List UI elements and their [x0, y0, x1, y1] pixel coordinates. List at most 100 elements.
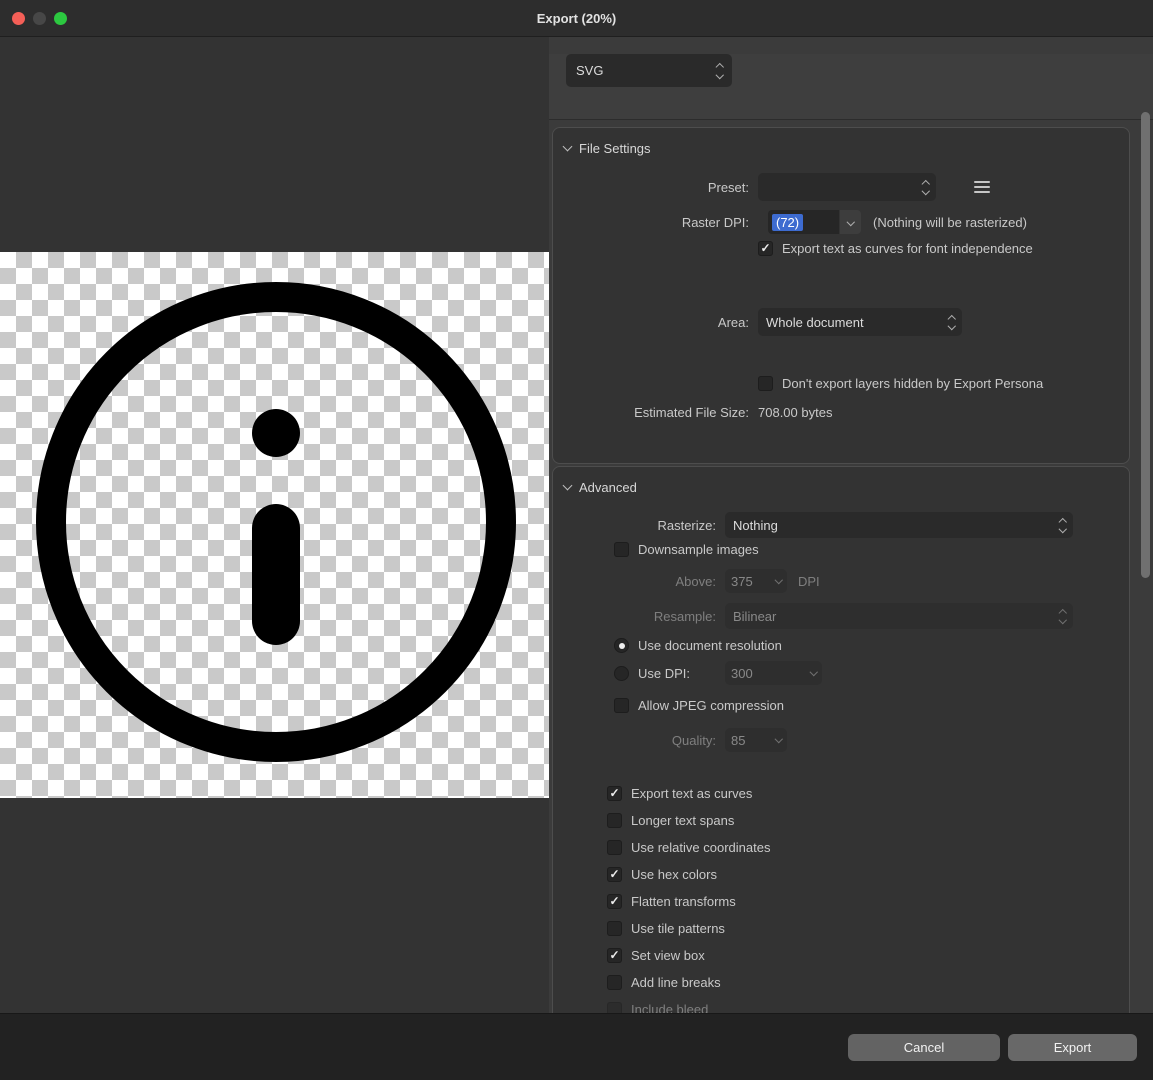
option-checkbox[interactable]: ✓	[607, 786, 622, 801]
window-title: Export (20%)	[537, 11, 616, 26]
above-row: Above: 375 DPI	[553, 569, 1129, 593]
jpeg-compression-label: Allow JPEG compression	[638, 698, 784, 713]
jpeg-compression-checkbox[interactable]: ✓	[614, 698, 629, 713]
traffic-lights	[12, 0, 67, 36]
cancel-button[interactable]: Cancel	[848, 1034, 1000, 1061]
dialog-footer: Cancel Export	[0, 1013, 1153, 1080]
use-dpi-radio[interactable]	[614, 666, 629, 681]
rasterize-value: Nothing	[733, 518, 778, 533]
dont-export-hidden-checkbox[interactable]: ✓	[758, 376, 773, 391]
use-dpi-select: 300	[725, 661, 822, 685]
option-checkbox[interactable]: ✓	[607, 813, 622, 828]
export-text-curves-checkbox[interactable]: ✓	[758, 241, 773, 256]
quality-value: 85	[731, 733, 745, 748]
radio-dot	[619, 643, 625, 649]
stepper-icon	[949, 316, 955, 329]
minimize-button[interactable]	[33, 12, 46, 25]
estimated-size-value: 708.00 bytes	[758, 405, 832, 420]
main-area: SVG File Settings Preset:	[0, 37, 1153, 1013]
quality-label: Quality:	[553, 733, 716, 748]
close-button[interactable]	[12, 12, 25, 25]
option-checkbox[interactable]: ✓	[607, 921, 622, 936]
option-label: Flatten transforms	[631, 894, 736, 909]
stepper-icon	[717, 64, 723, 77]
option-row: ✓ Longer text spans	[607, 812, 1129, 828]
scrollbar[interactable]	[1141, 112, 1150, 578]
above-label: Above:	[553, 574, 716, 589]
chevron-down-icon	[563, 481, 573, 491]
area-select[interactable]: Whole document	[758, 308, 962, 336]
jpeg-compression-row: ✓ Allow JPEG compression	[553, 698, 1129, 713]
format-strip: SVG	[549, 54, 1153, 120]
option-row: ✓ Add line breaks	[607, 974, 1129, 990]
above-dpi-unit: DPI	[798, 574, 820, 589]
use-document-resolution-radio[interactable]	[614, 638, 629, 653]
area-value: Whole document	[766, 315, 864, 330]
option-label: Use hex colors	[631, 867, 717, 882]
option-label: Export text as curves	[631, 786, 752, 801]
check-icon: ✓	[609, 949, 619, 961]
dont-export-hidden-label: Don't export layers hidden by Export Per…	[782, 376, 1043, 391]
use-document-resolution-row: Use document resolution	[553, 638, 1129, 653]
option-row: ✓ Use relative coordinates	[607, 839, 1129, 855]
option-row: ✓ Set view box	[607, 947, 1129, 963]
dont-export-hidden-row: ✓ Don't export layers hidden by Export P…	[553, 376, 1129, 391]
export-button[interactable]: Export	[1008, 1034, 1137, 1061]
raster-dpi-selected-text: (72)	[772, 214, 803, 231]
quality-row: Quality: 85	[553, 728, 1129, 752]
stepper-icon	[1060, 519, 1066, 532]
export-text-curves-label: Export text as curves for font independe…	[782, 241, 1033, 256]
option-checkbox[interactable]: ✓	[607, 948, 622, 963]
file-settings-section: File Settings Preset: Raster DPI: (72)	[552, 127, 1130, 464]
chevron-down-icon	[774, 576, 782, 584]
advanced-title: Advanced	[579, 480, 637, 495]
option-checkbox[interactable]: ✓	[607, 1002, 622, 1014]
stepper-icon	[923, 181, 929, 194]
titlebar: Export (20%)	[0, 0, 1153, 37]
preset-select[interactable]	[758, 173, 936, 201]
check-icon: ✓	[609, 787, 619, 799]
downsample-checkbox[interactable]: ✓	[614, 542, 629, 557]
export-preview	[0, 37, 549, 1013]
chevron-down-icon	[563, 142, 573, 152]
check-icon: ✓	[760, 242, 770, 254]
downsample-label: Downsample images	[638, 542, 759, 557]
raster-dpi-combo[interactable]: (72)	[768, 210, 861, 234]
estimated-size-label: Estimated File Size:	[553, 405, 749, 420]
advanced-header[interactable]: Advanced	[553, 467, 1129, 495]
advanced-section: Advanced Rasterize: Nothing ✓ Downsample…	[552, 466, 1130, 1013]
svg-options-list: ✓ Export text as curves ✓ Longer text sp…	[553, 785, 1129, 1013]
stepper-icon	[1060, 610, 1066, 623]
resample-label: Resample:	[553, 609, 716, 624]
raster-dpi-input[interactable]: (72)	[768, 210, 839, 234]
preset-menu-icon[interactable]	[974, 181, 990, 193]
info-icon-artwork	[0, 252, 549, 798]
zoom-button[interactable]	[54, 12, 67, 25]
rasterize-select[interactable]: Nothing	[725, 512, 1073, 538]
option-checkbox[interactable]: ✓	[607, 867, 622, 882]
use-document-resolution-label: Use document resolution	[638, 638, 782, 653]
export-settings-panel: SVG File Settings Preset:	[549, 37, 1153, 1013]
option-label: Add line breaks	[631, 975, 721, 990]
format-select[interactable]: SVG	[566, 54, 732, 87]
format-value: SVG	[576, 63, 603, 78]
preset-label: Preset:	[553, 180, 749, 195]
file-settings-header[interactable]: File Settings	[553, 128, 1129, 156]
above-dpi-select: 375	[725, 569, 787, 593]
check-icon: ✓	[609, 895, 619, 907]
option-label: Use relative coordinates	[631, 840, 770, 855]
above-dpi-value: 375	[731, 574, 753, 589]
use-dpi-row: Use DPI: 300	[553, 661, 1129, 685]
raster-dpi-dropdown-arrow[interactable]	[840, 210, 861, 234]
use-dpi-value: 300	[731, 666, 753, 681]
downsample-row: ✓ Downsample images	[553, 542, 1129, 557]
option-checkbox[interactable]: ✓	[607, 975, 622, 990]
chevron-down-icon	[774, 735, 782, 743]
option-row: ✓ Use hex colors	[607, 866, 1129, 882]
option-checkbox[interactable]: ✓	[607, 840, 622, 855]
settings-scroll-area: File Settings Preset: Raster DPI: (72)	[549, 120, 1153, 1013]
resample-select: Bilinear	[725, 603, 1073, 629]
option-checkbox[interactable]: ✓	[607, 894, 622, 909]
option-label: Include bleed	[631, 1002, 708, 1014]
option-label: Use tile patterns	[631, 921, 725, 936]
